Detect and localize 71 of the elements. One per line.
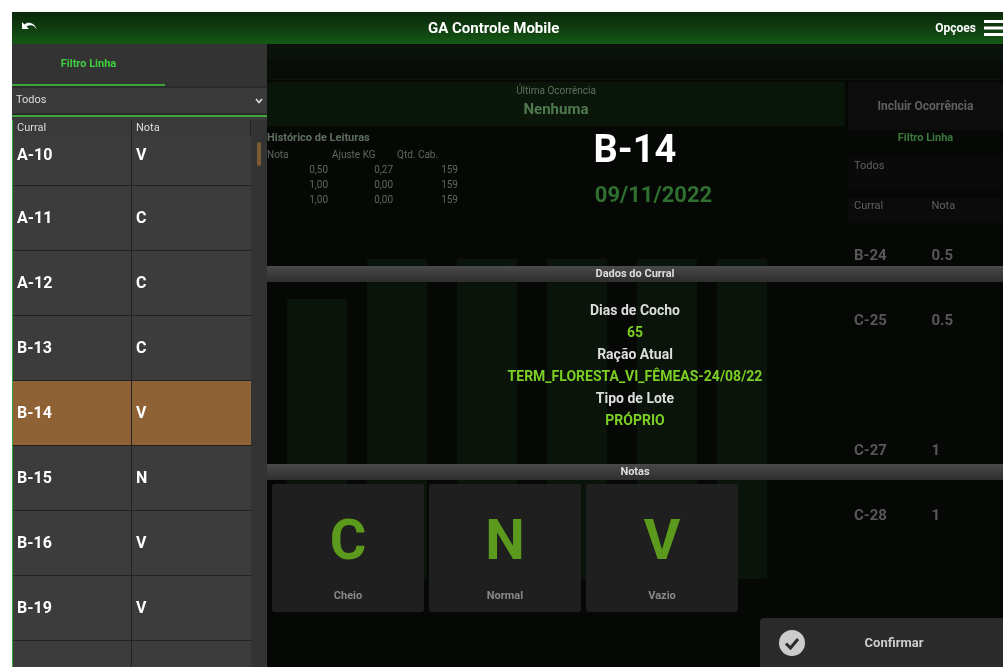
- menu-icon[interactable]: [984, 19, 1003, 37]
- side-table-cell-text: C-27: [853, 440, 888, 462]
- table-row[interactable]: B-13 C: [13, 316, 251, 381]
- table-cell-text: V: [136, 597, 147, 619]
- history-cell-text: 0,50: [308, 162, 329, 177]
- table-row[interactable]: A-12 C: [13, 251, 251, 316]
- side-table-cell-text: C-28: [853, 505, 888, 527]
- table-cell-text: C: [136, 337, 147, 359]
- table-cell-text: B-19: [17, 597, 52, 619]
- history-column-header: Ajuste KG: [332, 147, 377, 162]
- table-cell-text: V: [136, 402, 147, 424]
- field-label: Tipo de Lote: [595, 389, 675, 408]
- options-button[interactable]: Opçoes: [935, 19, 976, 37]
- history-cell-text: 0,00: [373, 177, 394, 192]
- table-cell-text: A-11: [17, 207, 53, 229]
- section-header: Dados do Curral: [267, 266, 1003, 282]
- table-cell-text: B-14: [17, 402, 52, 424]
- dialog-title: B-14: [593, 130, 677, 168]
- history-title: Histórico de Leituras: [267, 130, 371, 146]
- confirm-button[interactable]: Confirmar: [760, 618, 1003, 667]
- table-cell-text: V: [136, 532, 147, 554]
- field-label: Dias de Cocho: [590, 301, 680, 320]
- table-row[interactable]: B-16 V: [13, 511, 251, 576]
- table-cell-text: B-16: [17, 532, 52, 554]
- field-value: PRÓPRIO: [605, 410, 665, 430]
- field-value: 65: [626, 323, 644, 342]
- reading-date: 09/11/2022: [594, 181, 713, 209]
- side-table-cell-text: 1: [930, 505, 942, 527]
- checkmark-icon: [779, 629, 805, 656]
- history-cell-text: 1,00: [308, 192, 329, 207]
- table-row[interactable]: B-14 V: [13, 381, 251, 446]
- history-cell-text: 159: [440, 192, 459, 207]
- table-cell-text: B-13: [17, 337, 52, 359]
- history-cell-text: 159: [440, 162, 459, 177]
- note-card-button[interactable]: N Normal: [429, 484, 581, 612]
- table-cell-text: B-15: [17, 467, 52, 489]
- table-row[interactable]: A-10 V: [13, 137, 251, 186]
- table-row[interactable]: B-19 V: [13, 576, 251, 641]
- side-column-header: Curral: [853, 198, 885, 214]
- app-title: GA Controle Mobile: [427, 17, 560, 39]
- history-cell-text: 159: [440, 177, 459, 192]
- history-cell-text: 0,00: [373, 192, 394, 207]
- history-column-header: Qtd. Cab.: [397, 147, 440, 162]
- field-value: TERM_FLORESTA_VI_FÊMEAS-24/08/22: [507, 366, 763, 386]
- history-cell-text: 0,27: [373, 162, 394, 177]
- side-column-header: Nota: [930, 198, 957, 214]
- side-table-cell-text: 0.5: [930, 310, 955, 332]
- side-table-cell-text: 1: [930, 440, 942, 462]
- side-table-cell-text: B-24: [853, 245, 888, 267]
- field-label: Ração Atual: [597, 345, 673, 364]
- occurrence-label: Última Ocorrência: [516, 83, 596, 98]
- filter-dropdown[interactable]: Todos: [12, 88, 267, 113]
- note-card-button[interactable]: V Vazio: [586, 484, 738, 612]
- chevron-icon: [255, 97, 263, 104]
- occurrence-value: Nenhuma: [523, 99, 589, 120]
- table-row[interactable]: B-15 N: [13, 446, 251, 511]
- table-cell-text: A-12: [17, 272, 53, 294]
- table-cell-text: C: [136, 272, 147, 294]
- table-cell-text: N: [136, 467, 148, 489]
- section-header: Notas: [267, 464, 1003, 480]
- table-cell-text: V: [136, 144, 147, 166]
- history-cell-text: 1,00: [308, 177, 329, 192]
- side-table-cell-text: 0.5: [930, 245, 955, 267]
- table-row[interactable]: A-11 C: [13, 186, 251, 251]
- table-cell-text: A-10: [17, 144, 53, 166]
- side-table-cell-text: C-25: [853, 310, 888, 332]
- history-column-header: Nota: [267, 147, 290, 162]
- side-filter-label: Filtro Linha: [896, 130, 955, 146]
- note-card-button[interactable]: C Cheio: [272, 484, 424, 612]
- scrollbar-thumb[interactable]: [257, 142, 261, 166]
- table-cell-text: C: [136, 207, 147, 229]
